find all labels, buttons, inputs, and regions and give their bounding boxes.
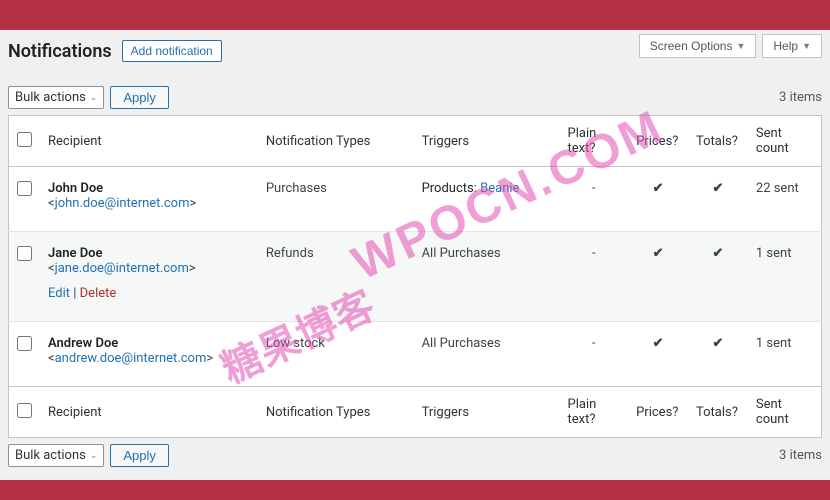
- trigger-cell: All Purchases: [414, 322, 560, 387]
- sent-count-cell: 1 sent: [748, 232, 822, 322]
- col-footer-totals: Totals?: [688, 387, 748, 438]
- table-row: John Doe <john.doe@internet.com>Purchase…: [9, 167, 822, 232]
- notification-type: Refunds: [258, 232, 414, 322]
- plain-text-cell: -: [560, 322, 629, 387]
- col-header-totals[interactable]: Totals?: [688, 116, 748, 167]
- chevron-down-icon: ⌄: [90, 93, 98, 103]
- prices-cell: ✔: [628, 232, 688, 322]
- screen-options-button[interactable]: Screen Options ▼: [639, 34, 757, 58]
- col-footer-triggers: Triggers: [414, 387, 560, 438]
- col-header-plain[interactable]: Plain text?: [560, 116, 629, 167]
- recipient-email-link[interactable]: jane.doe@internet.com: [55, 261, 189, 276]
- recipient-email-link[interactable]: andrew.doe@internet.com: [55, 351, 207, 366]
- recipient-name: Andrew Doe: [48, 336, 118, 351]
- apply-button-top[interactable]: Apply: [110, 86, 169, 109]
- table-row: Jane Doe <jane.doe@internet.com>Edit | D…: [9, 232, 822, 322]
- separator: |: [70, 286, 80, 301]
- help-button[interactable]: Help ▼: [762, 34, 822, 58]
- caret-down-icon: ▼: [736, 41, 745, 51]
- col-header-recipient[interactable]: Recipient: [40, 116, 258, 167]
- items-count-bottom: 3 items: [779, 448, 822, 463]
- add-notification-button[interactable]: Add notification: [122, 40, 222, 62]
- notifications-table: Recipient Notification Types Triggers Pl…: [8, 115, 822, 438]
- delete-link[interactable]: Delete: [80, 286, 117, 301]
- bulk-actions-label: Bulk actions: [15, 448, 86, 463]
- recipient-name: John Doe: [48, 181, 103, 196]
- select-all-checkbox-top[interactable]: [17, 132, 32, 147]
- bulk-actions-label: Bulk actions: [15, 90, 86, 105]
- col-header-prices[interactable]: Prices?: [628, 116, 688, 167]
- totals-cell: ✔: [688, 167, 748, 232]
- items-count-top: 3 items: [779, 90, 822, 105]
- plain-text-cell: -: [560, 167, 629, 232]
- notification-type: Low stock: [258, 322, 414, 387]
- row-checkbox[interactable]: [17, 181, 32, 196]
- sent-count-cell: 22 sent: [748, 167, 822, 232]
- col-header-triggers[interactable]: Triggers: [414, 116, 560, 167]
- col-header-sent[interactable]: Sent count: [748, 116, 822, 167]
- caret-down-icon: ▼: [802, 41, 811, 51]
- totals-cell: ✔: [688, 322, 748, 387]
- tablenav-top: Bulk actions ⌄ Apply 3 items: [8, 80, 822, 115]
- screen-options-label: Screen Options: [650, 39, 733, 53]
- recipient-name: Jane Doe: [48, 246, 103, 261]
- edit-link[interactable]: Edit: [48, 286, 70, 301]
- apply-button-bottom[interactable]: Apply: [110, 444, 169, 467]
- row-checkbox[interactable]: [17, 246, 32, 261]
- plain-text-cell: -: [560, 232, 629, 322]
- col-footer-prices: Prices?: [628, 387, 688, 438]
- recipient-email-link[interactable]: john.doe@internet.com: [55, 196, 190, 211]
- prices-cell: ✔: [628, 322, 688, 387]
- page-title: Notifications: [8, 41, 112, 62]
- chevron-down-icon: ⌄: [90, 451, 98, 461]
- col-footer-sent: Sent count: [748, 387, 822, 438]
- col-footer-types: Notification Types: [258, 387, 414, 438]
- table-row: Andrew Doe <andrew.doe@internet.com>Low …: [9, 322, 822, 387]
- sent-count-cell: 1 sent: [748, 322, 822, 387]
- totals-cell: ✔: [688, 232, 748, 322]
- col-footer-recipient: Recipient: [40, 387, 258, 438]
- trigger-cell: All Purchases: [414, 232, 560, 322]
- select-all-checkbox-bottom[interactable]: [17, 403, 32, 418]
- col-header-types[interactable]: Notification Types: [258, 116, 414, 167]
- trigger-cell: Products: Beanie: [414, 167, 560, 232]
- col-footer-plain: Plain text?: [560, 387, 629, 438]
- help-label: Help: [773, 39, 798, 53]
- prices-cell: ✔: [628, 167, 688, 232]
- row-checkbox[interactable]: [17, 336, 32, 351]
- bulk-actions-select[interactable]: Bulk actions ⌄: [8, 86, 104, 109]
- tablenav-bottom: Bulk actions ⌄ Apply 3 items: [8, 438, 822, 473]
- notification-type: Purchases: [258, 167, 414, 232]
- bulk-actions-select-bottom[interactable]: Bulk actions ⌄: [8, 444, 104, 467]
- trigger-product-link[interactable]: Beanie: [480, 181, 519, 196]
